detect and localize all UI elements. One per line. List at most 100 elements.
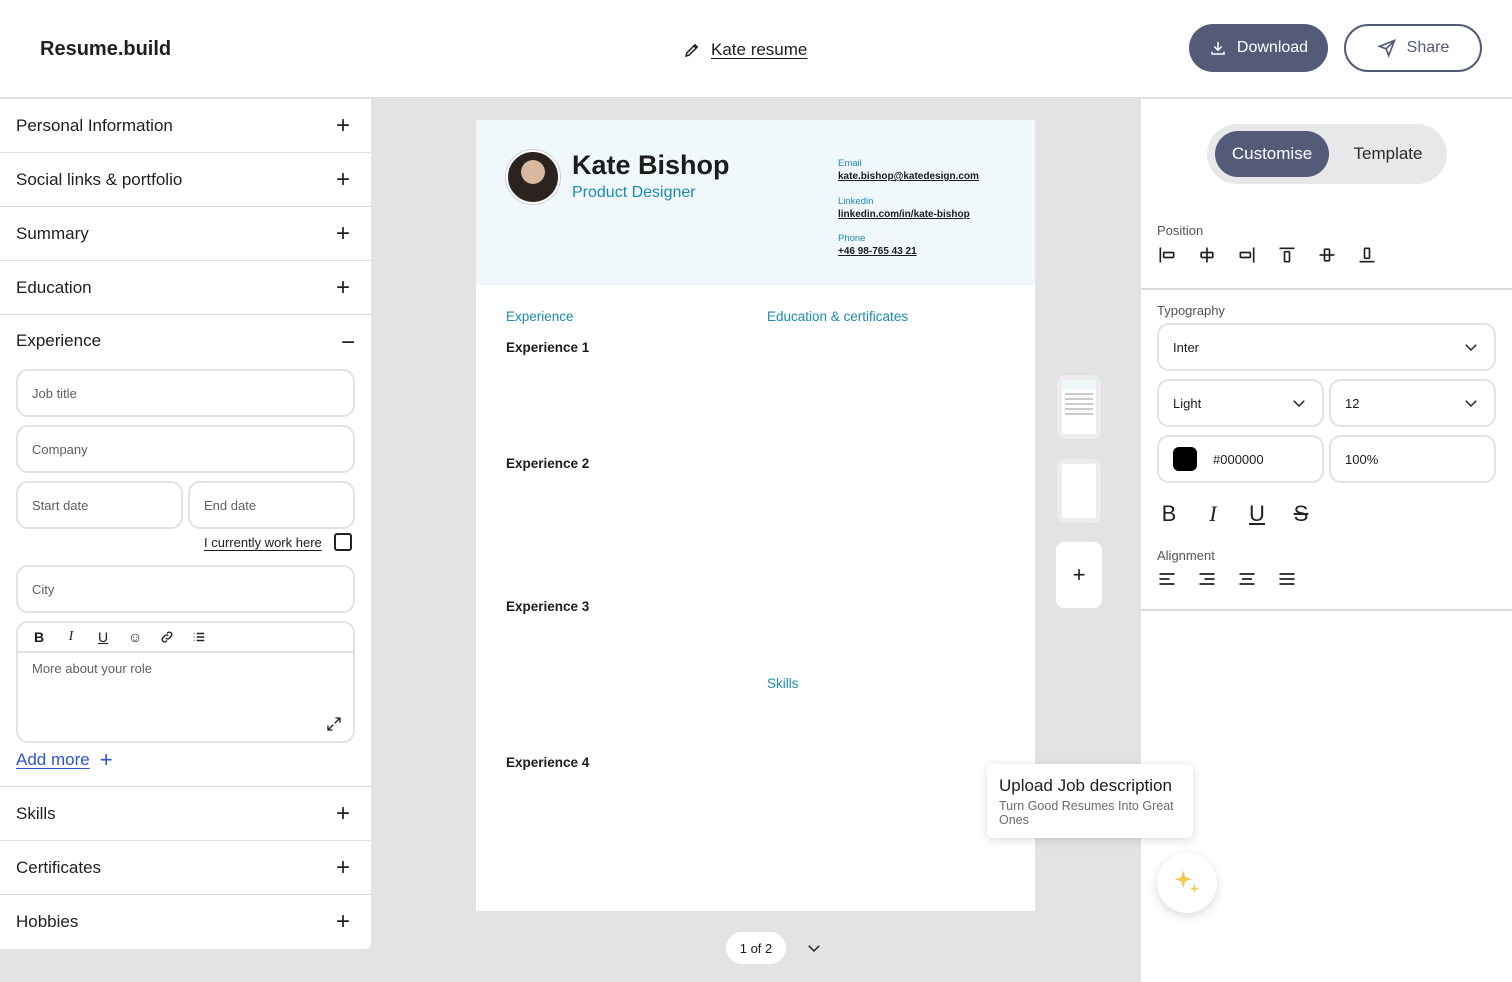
divider [1141,609,1512,611]
section-skills[interactable]: Skills + [0,787,371,841]
plus-icon: + [335,273,350,301]
editor-toolbar: B I U ☺ [18,623,353,653]
section-summary[interactable]: Summary + [0,207,371,261]
section-certificates[interactable]: Certificates + [0,841,371,895]
panel-tabs: Customise Template [1207,124,1447,184]
experience-header[interactable]: Experience − [16,331,355,355]
contact-email: Email kate.bishop@katedesign.com [838,158,979,182]
strikethrough-icon[interactable]: S [1289,501,1313,527]
plus-icon: + [335,111,350,139]
experience-item[interactable]: Experience 2 [506,456,589,471]
section-social-links[interactable]: Social links & portfolio + [0,153,371,207]
experience-item[interactable]: Experience 4 [506,755,589,770]
currently-work-row[interactable]: I currently work here [204,533,352,551]
align-middle-position-icon[interactable] [1317,245,1337,265]
bold-icon[interactable]: B [1157,501,1181,527]
contact-label: Linkedin [838,196,874,207]
ai-assist-button[interactable] [1157,853,1217,913]
align-bottom-position-icon[interactable] [1357,245,1377,265]
section-personal-information[interactable]: Personal Information + [0,99,371,153]
chevron-down-icon [1293,400,1305,408]
contact-value[interactable]: +46 98-765 43 21 [838,246,917,257]
document-title-text: Kate resume [711,40,808,59]
section-label: Personal Information [16,115,173,135]
opacity-value: 100% [1345,451,1379,467]
start-date-input[interactable]: Start date [16,481,183,529]
tab-customise[interactable]: Customise [1215,131,1329,177]
company-input[interactable]: Company [16,425,355,473]
italic-icon[interactable]: I [64,629,78,645]
experience-heading: Experience [506,309,574,324]
alignment-label: Alignment [1157,548,1215,563]
font-family-select[interactable]: Inter [1157,323,1496,371]
underline-icon[interactable]: U [96,629,110,645]
contact-value[interactable]: linkedin.com/in/kate-bishop [838,209,970,220]
resume-name[interactable]: Kate Bishop [572,150,730,181]
end-date-input[interactable]: End date [188,481,355,529]
opacity-input[interactable]: 100% [1329,435,1496,483]
editor-sidebar: Personal Information + Social links & po… [0,99,371,949]
plus-icon: + [99,747,113,772]
currently-work-checkbox[interactable] [333,533,352,551]
emoji-icon[interactable]: ☺ [128,629,142,645]
skills-heading: Skills [767,676,799,691]
bold-icon[interactable]: B [32,629,46,645]
section-label: Skills [16,803,56,823]
font-family-value: Inter [1173,339,1200,355]
tab-template[interactable]: Template [1337,131,1439,177]
font-size-select[interactable]: 12 [1329,379,1496,427]
color-hex-value: #000000 [1213,451,1264,467]
share-button[interactable]: Share [1344,24,1482,72]
plus-icon: + [335,908,350,935]
text-format-controls: B I U S [1157,501,1313,527]
color-swatch[interactable] [1173,447,1197,471]
section-label: Summary [16,223,89,243]
expand-icon[interactable] [325,715,343,733]
link-icon[interactable] [160,630,174,644]
page-indicator: 1 of 2 [726,932,786,964]
experience-item[interactable]: Experience 3 [506,599,589,614]
align-right-position-icon[interactable] [1237,245,1257,265]
tooltip-subtitle: Turn Good Resumes Into Great Ones [999,799,1174,828]
text-align-left-icon[interactable] [1157,569,1177,589]
resume-role[interactable]: Product Designer [572,184,696,202]
app-logo[interactable]: Resume.build [40,38,171,61]
contact-linkedin: Linkedin linkedin.com/in/kate-bishop [838,196,970,220]
document-title[interactable]: Kate resume [683,40,807,60]
resume-header: Kate Bishop Product Designer Email kate.… [476,120,1035,285]
align-top-position-icon[interactable] [1277,245,1297,265]
section-hobbies[interactable]: Hobbies + [0,895,371,949]
job-title-input[interactable]: Job title [16,369,355,417]
city-input[interactable]: City [16,565,355,613]
add-page-button[interactable]: + [1056,542,1102,608]
add-more-button[interactable]: Add more + [16,749,113,771]
italic-icon[interactable]: I [1201,501,1225,527]
font-weight-select[interactable]: Light [1157,379,1324,427]
chevron-down-icon[interactable] [805,939,823,957]
resume-page[interactable]: Kate Bishop Product Designer Email kate.… [476,120,1035,911]
download-button[interactable]: Download [1189,24,1328,72]
typography-label: Typography [1157,303,1225,318]
font-weight-value: Light [1173,395,1202,411]
plus-icon: + [335,799,350,827]
align-center-h-position-icon[interactable] [1197,245,1217,265]
text-align-center-icon[interactable] [1237,569,1257,589]
align-left-position-icon[interactable] [1157,245,1177,265]
chevron-down-icon [1465,344,1477,352]
contact-value[interactable]: kate.bishop@katedesign.com [838,171,979,182]
download-label: Download [1236,39,1309,56]
role-description-placeholder: More about your role [32,661,152,676]
section-label: Hobbies [16,912,79,931]
section-education[interactable]: Education + [0,261,371,315]
page-thumbnail-2[interactable] [1056,458,1102,524]
plus-icon: + [335,853,350,881]
text-align-right-icon[interactable] [1197,569,1217,589]
list-icon[interactable] [192,630,206,644]
page-thumbnail-1[interactable] [1056,374,1102,440]
underline-icon[interactable]: U [1245,501,1269,527]
text-align-justify-icon[interactable] [1277,569,1297,589]
color-input[interactable]: #000000 [1157,435,1324,483]
experience-item[interactable]: Experience 1 [506,340,589,355]
section-label: Social links & portfolio [16,169,183,189]
role-description-editor[interactable]: B I U ☺ More about your role [16,621,355,743]
